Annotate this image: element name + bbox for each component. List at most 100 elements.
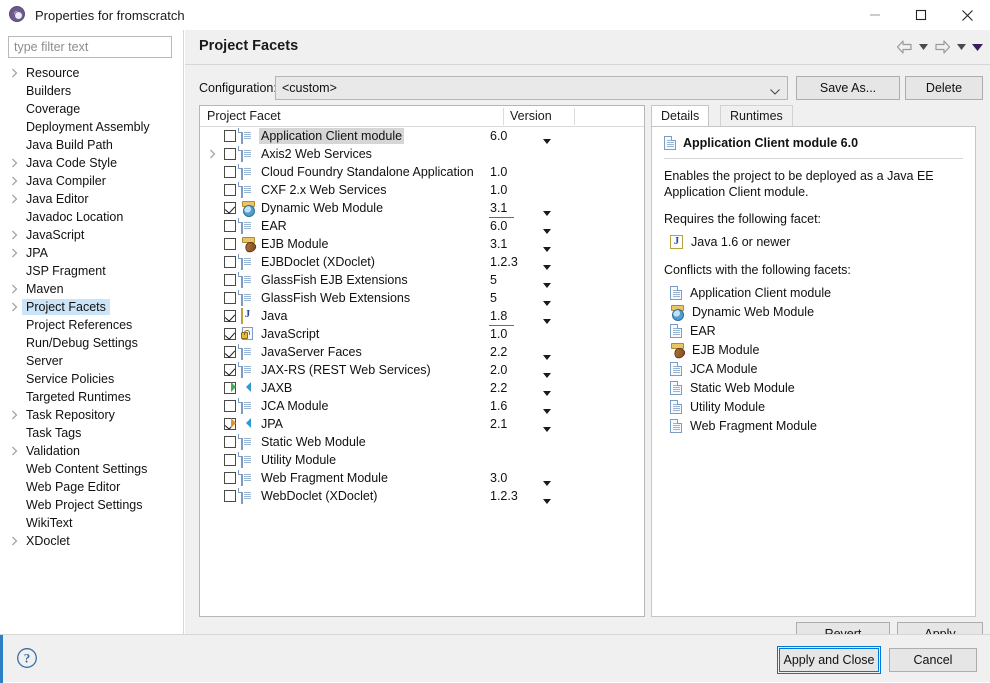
facet-row[interactable]: Web Fragment Module 3.0 — [200, 469, 644, 487]
sidebar-item-java-editor[interactable]: Java Editor — [0, 190, 183, 208]
expand-chevron-right-icon[interactable] — [6, 532, 22, 550]
view-menu-chevron-down-icon[interactable] — [970, 37, 984, 57]
facet-checkbox[interactable] — [224, 310, 236, 322]
sidebar-item-javadoc-location[interactable]: Javadoc Location — [0, 208, 183, 226]
expand-chevron-right-icon[interactable] — [6, 442, 22, 460]
expand-chevron-right-icon[interactable] — [6, 154, 22, 172]
facet-version[interactable]: 1.2.3 — [490, 488, 518, 504]
facet-version[interactable]: 6.0 — [490, 128, 507, 144]
expand-chevron-right-icon[interactable] — [6, 406, 22, 424]
expand-chevron-right-icon[interactable] — [6, 64, 22, 82]
facet-version[interactable]: 5 — [490, 272, 497, 288]
expand-chevron-right-icon[interactable] — [6, 280, 22, 298]
back-arrow-icon[interactable] — [894, 37, 914, 57]
apply-and-close-button[interactable]: Apply and Close — [777, 646, 881, 674]
facet-row[interactable]: JavaServer Faces 2.2 — [200, 343, 644, 361]
tab-runtimes[interactable]: Runtimes — [720, 105, 793, 127]
facet-row[interactable]: GlassFish Web Extensions 5 — [200, 289, 644, 307]
sidebar-item-resource[interactable]: Resource — [0, 64, 183, 82]
facet-version[interactable]: 1.8 — [488, 308, 515, 326]
column-divider[interactable] — [503, 108, 504, 125]
facet-version[interactable]: 3.1 — [490, 236, 507, 252]
sidebar-item-wikitext[interactable]: WikiText — [0, 514, 183, 532]
facet-row[interactable]: Java 1.8 — [200, 307, 644, 326]
expand-chevron-right-icon[interactable] — [204, 145, 220, 163]
facet-checkbox[interactable] — [224, 364, 236, 376]
facet-checkbox[interactable] — [224, 400, 236, 412]
sidebar-item-java-compiler[interactable]: Java Compiler — [0, 172, 183, 190]
cancel-button[interactable]: Cancel — [889, 648, 977, 672]
sidebar-item-task-repository[interactable]: Task Repository — [0, 406, 183, 424]
facet-row[interactable]: Cloud Foundry Standalone Application 1.0 — [200, 163, 644, 181]
tab-details[interactable]: Details — [651, 105, 710, 127]
sidebar-item-javascript[interactable]: JavaScript — [0, 226, 183, 244]
expand-chevron-right-icon[interactable] — [6, 244, 22, 262]
close-icon[interactable] — [944, 0, 990, 30]
facet-version[interactable]: 2.2 — [490, 344, 507, 360]
configuration-select[interactable]: <custom> — [275, 76, 788, 100]
forward-arrow-icon[interactable] — [932, 37, 952, 57]
facet-checkbox[interactable] — [224, 346, 236, 358]
expand-chevron-right-icon[interactable] — [6, 190, 22, 208]
facet-row[interactable]: JPA 2.1 — [200, 415, 644, 433]
facet-checkbox[interactable] — [224, 220, 236, 232]
facet-checkbox[interactable] — [224, 454, 236, 466]
sidebar-item-jsp-fragment[interactable]: JSP Fragment — [0, 262, 183, 280]
facet-version[interactable]: 6.0 — [490, 218, 507, 234]
expand-chevron-right-icon[interactable] — [6, 172, 22, 190]
sidebar-item-xdoclet[interactable]: XDoclet — [0, 532, 183, 550]
facet-version[interactable]: 1.2.3 — [490, 254, 518, 270]
facet-version[interactable]: 3.1 — [488, 200, 515, 218]
sidebar-item-server[interactable]: Server — [0, 352, 183, 370]
sidebar-item-validation[interactable]: Validation — [0, 442, 183, 460]
facet-row[interactable]: Dynamic Web Module 3.1 — [200, 199, 644, 218]
sidebar-item-task-tags[interactable]: Task Tags — [0, 424, 183, 442]
column-header-version[interactable]: Version — [510, 109, 552, 123]
facet-row[interactable]: CXF 2.x Web Services 1.0 — [200, 181, 644, 199]
save-as-button[interactable]: Save As... — [796, 76, 900, 100]
maximize-icon[interactable] — [898, 0, 944, 30]
facet-row[interactable]: EJBDoclet (XDoclet) 1.2.3 — [200, 253, 644, 271]
facet-version[interactable]: 1.0 — [490, 326, 507, 342]
facet-checkbox[interactable] — [224, 130, 236, 142]
facet-version[interactable]: 1.0 — [490, 182, 507, 198]
forward-history-chevron-down-icon[interactable] — [954, 37, 968, 57]
facet-checkbox[interactable] — [224, 238, 236, 250]
facet-row[interactable]: EAR 6.0 — [200, 217, 644, 235]
help-icon[interactable]: ? — [16, 647, 38, 672]
sidebar-item-targeted-runtimes[interactable]: Targeted Runtimes — [0, 388, 183, 406]
expand-chevron-right-icon[interactable] — [6, 226, 22, 244]
sidebar-item-maven[interactable]: Maven — [0, 280, 183, 298]
sidebar-item-project-references[interactable]: Project References — [0, 316, 183, 334]
facet-version[interactable]: 5 — [490, 290, 497, 306]
sidebar-item-builders[interactable]: Builders — [0, 82, 183, 100]
facet-row[interactable]: JAXB 2.2 — [200, 379, 644, 397]
minimize-icon[interactable] — [852, 0, 898, 30]
facet-row[interactable]: Axis2 Web Services — [200, 145, 644, 163]
sidebar-item-web-content-settings[interactable]: Web Content Settings — [0, 460, 183, 478]
facet-checkbox[interactable] — [224, 292, 236, 304]
sidebar-item-web-project-settings[interactable]: Web Project Settings — [0, 496, 183, 514]
facet-version[interactable]: 2.1 — [490, 416, 507, 432]
facet-version[interactable]: 2.0 — [490, 362, 507, 378]
facet-row[interactable]: Application Client module 6.0 — [200, 127, 644, 145]
facet-row[interactable]: GlassFish EJB Extensions 5 — [200, 271, 644, 289]
facet-checkbox[interactable] — [224, 490, 236, 502]
back-history-chevron-down-icon[interactable] — [916, 37, 930, 57]
facet-checkbox[interactable] — [224, 184, 236, 196]
facet-version[interactable]: 1.0 — [490, 164, 507, 180]
facet-checkbox[interactable] — [224, 472, 236, 484]
sidebar-item-deployment-assembly[interactable]: Deployment Assembly — [0, 118, 183, 136]
sidebar-item-service-policies[interactable]: Service Policies — [0, 370, 183, 388]
facet-checkbox[interactable] — [224, 166, 236, 178]
facet-checkbox[interactable] — [224, 436, 236, 448]
sidebar-item-jpa[interactable]: JPA — [0, 244, 183, 262]
facet-checkbox[interactable] — [224, 274, 236, 286]
sidebar-item-coverage[interactable]: Coverage — [0, 100, 183, 118]
version-dropdown-arrow-icon[interactable] — [543, 493, 551, 507]
facet-checkbox[interactable] — [224, 202, 236, 214]
facet-row[interactable]: EJB Module 3.1 — [200, 235, 644, 253]
facet-row[interactable]: JAX-RS (REST Web Services) 2.0 — [200, 361, 644, 379]
facet-row[interactable]: JavaScript 1.0 — [200, 325, 644, 343]
expand-chevron-right-icon[interactable] — [6, 298, 22, 316]
